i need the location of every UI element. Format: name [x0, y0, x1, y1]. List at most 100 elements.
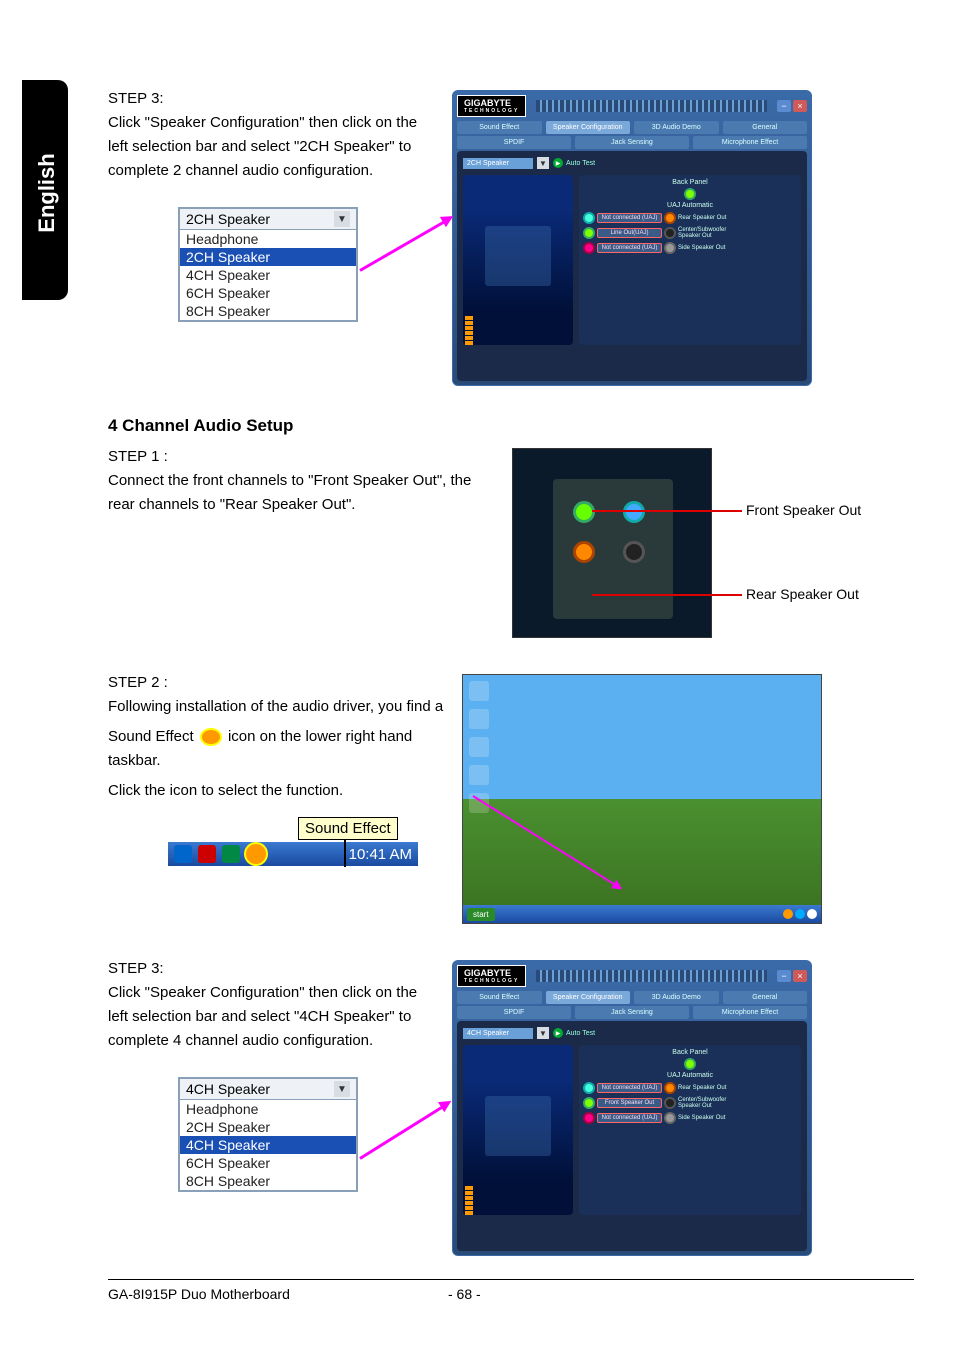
back-panel-photo	[512, 448, 712, 638]
sound-effect-tooltip: Sound Effect	[298, 817, 398, 840]
speaker-dropdown-2ch[interactable]: 2CH Speaker ▼ Headphone 2CH Speaker 4CH …	[178, 207, 358, 322]
tab-speaker-config[interactable]: Speaker Configuration	[546, 121, 631, 134]
jack-output-name: Center/Subwoofer Speaker Out	[678, 227, 728, 239]
desktop-icon	[469, 681, 489, 701]
jack-status: Line Out(UAJ)	[597, 228, 662, 238]
language-side-tab: English	[22, 80, 68, 300]
sound-effect-callout: Sound Effect 10:41 AM	[168, 817, 418, 866]
speaker-option-4ch[interactable]: 4CH Speaker	[180, 1136, 356, 1154]
speaker-dropdown-selected[interactable]: 2CH Speaker ▼	[180, 209, 356, 230]
equalizer-icon	[465, 316, 473, 345]
speaker-dropdown-selected[interactable]: 4CH Speaker ▼	[180, 1079, 356, 1100]
callout-arrow	[472, 795, 617, 887]
step3-bottom-label: STEP 3:	[108, 960, 438, 977]
tray-icon	[198, 845, 216, 863]
speaker-dropdown-4ch[interactable]: 4CH Speaker ▼ Headphone 2CH Speaker 4CH …	[178, 1077, 358, 1192]
speaker-option-8ch[interactable]: 8CH Speaker	[180, 1172, 356, 1190]
titlebar-decoration	[536, 970, 767, 982]
panel-speaker-select[interactable]: 2CH Speaker	[463, 158, 533, 169]
footer-page-number: - 68 -	[448, 1286, 481, 1302]
auto-test-button[interactable]: ▶ Auto Test	[553, 158, 595, 168]
tab-jack-sensing[interactable]: Jack Sensing	[575, 136, 689, 149]
language-label: English	[34, 148, 60, 238]
logo-subtext: TECHNOLOGY	[464, 978, 519, 984]
jack-status: Not connected (UAJ)	[597, 1113, 662, 1123]
audio-config-window: GIGABYTE TECHNOLOGY − × Sound Effect Spe…	[452, 90, 812, 386]
logo-subtext: TECHNOLOGY	[464, 108, 519, 114]
speaker-option-headphone[interactable]: Headphone	[180, 230, 356, 248]
uaj-automatic-label: UAJ Automatic	[583, 202, 797, 209]
tab-general[interactable]: General	[723, 121, 808, 134]
start-button[interactable]: start	[467, 908, 495, 921]
logo-text: GIGABYTE	[464, 968, 511, 978]
jack-output-name: Center/Subwoofer Speaker Out	[678, 1097, 728, 1109]
jack-black-icon	[664, 1097, 676, 1109]
jack-output-name: Rear Speaker Out	[678, 215, 728, 221]
speaker-option-6ch[interactable]: 6CH Speaker	[180, 284, 356, 302]
tab-sound-effect[interactable]: Sound Effect	[457, 991, 542, 1004]
desktop-icons	[469, 681, 489, 813]
audio-config-window: GIGABYTE TECHNOLOGY − × Sound Effect Spe…	[452, 960, 812, 1256]
uaj-automatic-label: UAJ Automatic	[583, 1072, 797, 1079]
step2-body-line1: Following installation of the audio driv…	[108, 695, 448, 719]
jack-lime-icon	[684, 1058, 696, 1070]
tab-speaker-config[interactable]: Speaker Configuration	[546, 991, 631, 1004]
panel-speaker-select[interactable]: 4CH Speaker	[463, 1028, 533, 1039]
minimize-icon[interactable]: −	[777, 970, 791, 982]
tab-spdif[interactable]: SPDIF	[457, 1006, 571, 1019]
sound-effect-tray-icon[interactable]	[246, 844, 266, 864]
callout-rear-speaker: Rear Speaker Out	[746, 586, 859, 602]
equalizer-icon	[465, 1186, 473, 1215]
back-panel-diagram: Back Panel UAJ Automatic Not connected (…	[579, 1045, 801, 1215]
desktop-icon	[469, 709, 489, 729]
jack-side-icon	[623, 541, 645, 563]
tab-3d-audio[interactable]: 3D Audio Demo	[634, 991, 719, 1004]
minimize-icon[interactable]: −	[777, 100, 791, 112]
windows-desktop-screenshot: start	[462, 674, 822, 924]
chevron-down-icon[interactable]: ▼	[537, 1027, 549, 1039]
auto-test-button[interactable]: ▶ Auto Test	[553, 1028, 595, 1038]
close-icon[interactable]: ×	[793, 100, 807, 112]
play-icon: ▶	[553, 1028, 563, 1038]
tray-clock: 10:41 AM	[349, 846, 412, 863]
jack-lime-icon	[583, 227, 595, 239]
speaker-option-headphone[interactable]: Headphone	[180, 1100, 356, 1118]
speaker-option-2ch[interactable]: 2CH Speaker	[180, 1118, 356, 1136]
step2-sound-effect-text: Sound Effect	[108, 728, 198, 745]
tray-icon	[783, 909, 793, 919]
gigabyte-logo: GIGABYTE TECHNOLOGY	[457, 965, 526, 987]
step3-top-body: Click "Speaker Configuration" then click…	[108, 111, 438, 183]
system-tray	[783, 909, 817, 919]
tab-sound-effect[interactable]: Sound Effect	[457, 121, 542, 134]
tray-icon	[795, 909, 805, 919]
gigabyte-logo: GIGABYTE TECHNOLOGY	[457, 95, 526, 117]
jack-status: Not connected (UAJ)	[597, 243, 662, 253]
speaker-option-6ch[interactable]: 6CH Speaker	[180, 1154, 356, 1172]
jack-output-name: Rear Speaker Out	[678, 1085, 728, 1091]
tab-general[interactable]: General	[723, 991, 808, 1004]
step1-label: STEP 1 :	[108, 448, 478, 465]
chevron-down-icon[interactable]: ▼	[537, 157, 549, 169]
close-icon[interactable]: ×	[793, 970, 807, 982]
tab-3d-audio[interactable]: 3D Audio Demo	[634, 121, 719, 134]
callout-line-front	[592, 510, 742, 512]
step3-top-label: STEP 3:	[108, 90, 438, 107]
speaker-dropdown-selected-text: 4CH Speaker	[186, 1081, 270, 1097]
speaker-option-8ch[interactable]: 8CH Speaker	[180, 302, 356, 320]
tab-spdif[interactable]: SPDIF	[457, 136, 571, 149]
tab-jack-sensing[interactable]: Jack Sensing	[575, 1006, 689, 1019]
jack-pink-icon	[583, 242, 595, 254]
auto-test-label: Auto Test	[566, 1030, 595, 1037]
speaker-option-2ch[interactable]: 2CH Speaker	[180, 248, 356, 266]
speaker-dropdown-selected-text: 2CH Speaker	[186, 211, 270, 227]
chevron-down-icon[interactable]: ▼	[334, 1081, 350, 1097]
step3-bottom-body: Click "Speaker Configuration" then click…	[108, 981, 438, 1053]
back-panel-title: Back Panel	[583, 1049, 797, 1056]
chevron-down-icon[interactable]: ▼	[334, 211, 350, 227]
tab-microphone[interactable]: Microphone Effect	[693, 136, 807, 149]
speaker-option-4ch[interactable]: 4CH Speaker	[180, 266, 356, 284]
tab-microphone[interactable]: Microphone Effect	[693, 1006, 807, 1019]
desktop-icon	[469, 737, 489, 757]
back-panel-diagram: Back Panel UAJ Automatic Not connected (…	[579, 175, 801, 345]
jack-front-speaker-icon	[573, 501, 595, 523]
